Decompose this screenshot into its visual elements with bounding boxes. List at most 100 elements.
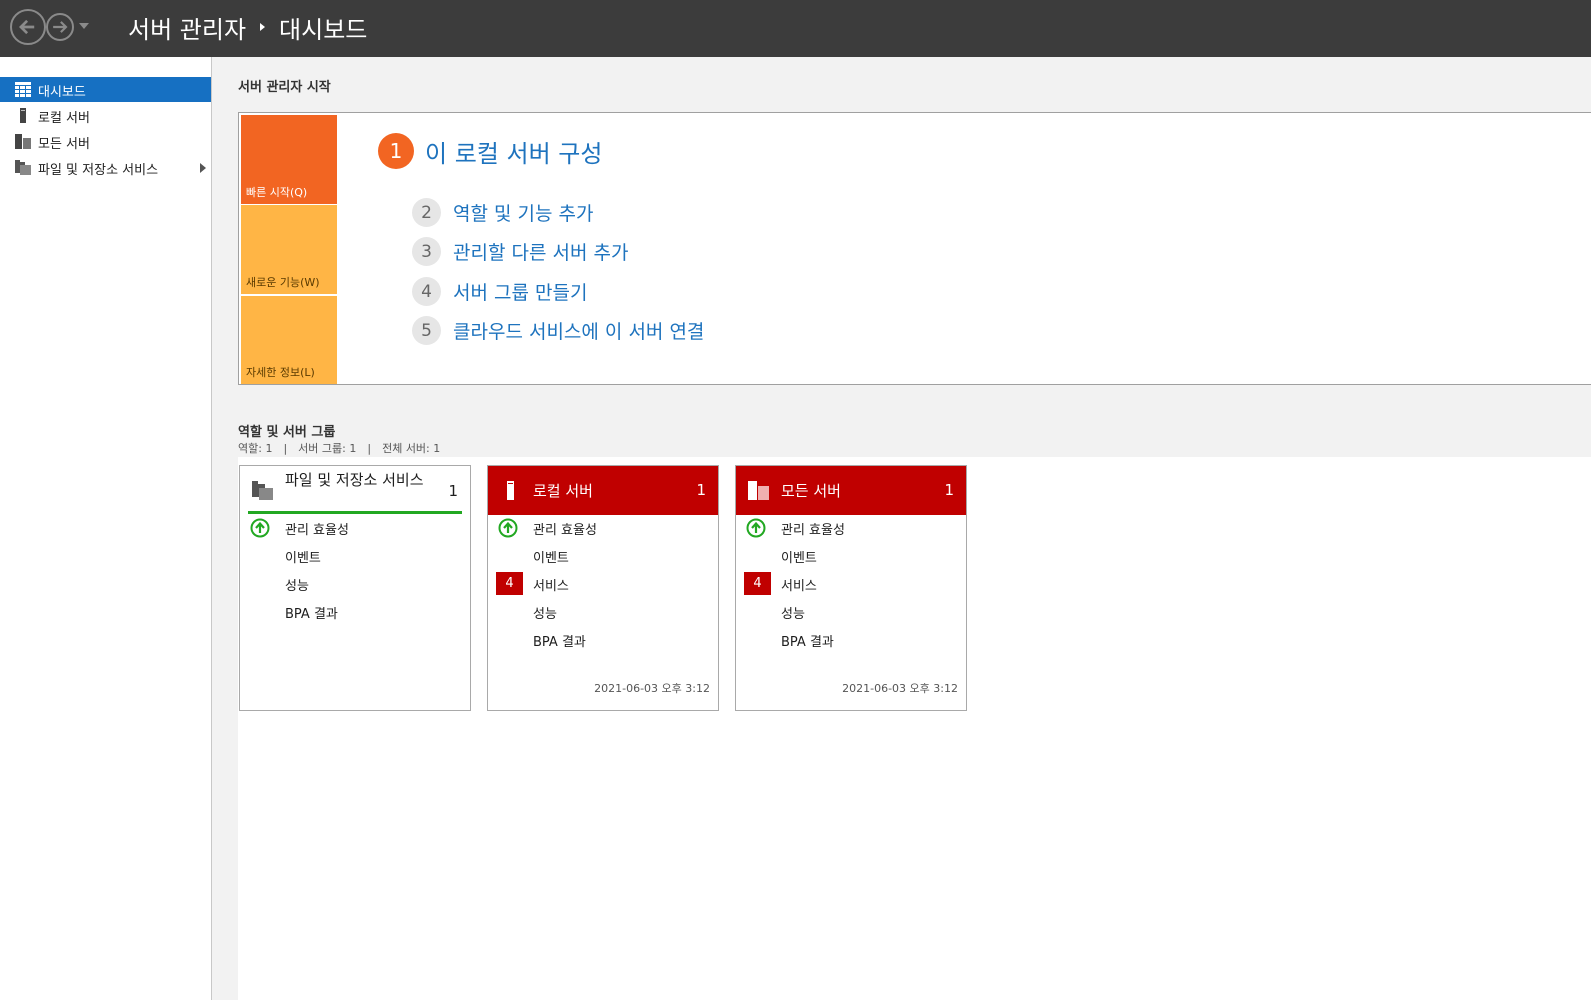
row-label: 이벤트 <box>285 551 321 566</box>
step-number: 5 <box>412 316 441 345</box>
sidebar-item-label: 모든 서버 <box>38 137 90 152</box>
tile-label: 자세한 정보(L) <box>246 366 315 379</box>
step-link[interactable]: 서버 그룹 만들기 <box>453 278 587 305</box>
summary-separator: | <box>283 442 288 455</box>
step-link[interactable]: 관리할 다른 서버 추가 <box>453 238 628 265</box>
dashboard-icon <box>15 82 31 97</box>
back-button[interactable] <box>10 9 46 45</box>
groups-count: 서버 그룹: 1 <box>298 442 357 455</box>
tile-label: 새로운 기능(W) <box>246 276 320 289</box>
card-title: 로컬 서버 <box>533 482 593 500</box>
tile-learn-more[interactable]: 자세한 정보(L) <box>241 296 337 384</box>
row-label: 성능 <box>285 579 309 594</box>
sidebar-item-label: 대시보드 <box>38 85 86 100</box>
alert-count-badge: 4 <box>496 572 523 595</box>
tile-quick-start[interactable]: 빠른 시작(Q) <box>241 115 337 204</box>
card-row-services[interactable]: 4 서비스 <box>736 571 966 597</box>
sidebar-item-label: 파일 및 저장소 서비스 <box>38 163 159 178</box>
sidebar-item-dashboard[interactable]: 대시보드 <box>0 77 211 102</box>
step-add-servers[interactable]: 3 관리할 다른 서버 추가 <box>412 237 628 266</box>
alert-count-badge: 4 <box>744 572 771 595</box>
card-title: 모든 서버 <box>781 482 841 500</box>
quickstart-panel: 빠른 시작(Q) 새로운 기능(W) 자세한 정보(L) 1 이 로컬 서버 구… <box>238 112 1591 385</box>
card-row-performance[interactable]: 성능 <box>488 599 718 625</box>
step-connect-cloud[interactable]: 5 클라우드 서비스에 이 서버 연결 <box>412 316 704 345</box>
sidebar: 대시보드 로컬 서버 모든 서버 파일 및 저장소 서비스 <box>0 57 212 1000</box>
row-label: 서비스 <box>533 579 569 594</box>
row-label: BPA 결과 <box>533 635 586 650</box>
step-number: 2 <box>412 198 441 227</box>
step-add-roles[interactable]: 2 역할 및 기능 추가 <box>412 198 593 227</box>
status-ok-icon <box>746 518 766 538</box>
card-row-manageability[interactable]: 관리 효율성 <box>488 515 718 541</box>
tile-label: 빠른 시작(Q) <box>246 186 308 199</box>
card-count: 1 <box>696 481 706 499</box>
card-header[interactable]: 모든 서버 1 <box>736 466 966 515</box>
row-label: 관리 효율성 <box>533 523 597 538</box>
status-ok-icon <box>498 518 518 538</box>
card-title: 파일 및 저장소 서비스 <box>285 471 424 489</box>
file-storage-icon <box>252 481 273 500</box>
card-row-events[interactable]: 이벤트 <box>488 543 718 569</box>
local-server-icon <box>507 481 514 500</box>
card-row-bpa[interactable]: BPA 결과 <box>736 627 966 653</box>
row-label: 성능 <box>781 607 805 622</box>
history-dropdown-icon[interactable] <box>79 23 89 29</box>
all-servers-icon <box>748 481 769 500</box>
breadcrumb-separator-icon <box>260 23 266 31</box>
arrow-right-icon <box>53 21 68 33</box>
card-header[interactable]: 로컬 서버 1 <box>488 466 718 515</box>
card-row-bpa[interactable]: BPA 결과 <box>488 627 718 653</box>
file-storage-icon <box>15 160 31 175</box>
row-label: 관리 효율성 <box>285 523 349 538</box>
row-label: BPA 결과 <box>781 635 834 650</box>
card-row-manageability[interactable]: 관리 효율성 <box>736 515 966 541</box>
step-number: 4 <box>412 277 441 306</box>
row-label: BPA 결과 <box>285 607 338 622</box>
step-link[interactable]: 클라우드 서비스에 이 서버 연결 <box>453 317 704 344</box>
row-label: 이벤트 <box>781 551 817 566</box>
total-servers-count: 전체 서버: 1 <box>382 442 441 455</box>
local-server-icon <box>20 108 26 123</box>
roles-heading: 역할 및 서버 그룹 <box>238 425 336 440</box>
status-ok-bar <box>248 511 462 514</box>
card-row-bpa[interactable]: BPA 결과 <box>240 599 470 625</box>
last-updated-timestamp: 2021-06-03 오후 3:12 <box>842 682 958 695</box>
card-count: 1 <box>944 481 954 499</box>
card-header[interactable]: 파일 및 저장소 서비스 1 <box>240 466 470 515</box>
row-label: 서비스 <box>781 579 817 594</box>
card-row-performance[interactable]: 성능 <box>240 571 470 597</box>
card-row-events[interactable]: 이벤트 <box>736 543 966 569</box>
step-number: 1 <box>378 133 414 169</box>
sidebar-item-local-server[interactable]: 로컬 서버 <box>0 103 211 128</box>
card-row-performance[interactable]: 성능 <box>736 599 966 625</box>
step-number: 3 <box>412 237 441 266</box>
summary-separator: | <box>367 442 372 455</box>
status-ok-icon <box>250 518 270 538</box>
roles-summary: 역할: 1 | 서버 그룹: 1 | 전체 서버: 1 <box>238 440 440 456</box>
breadcrumb-root[interactable]: 서버 관리자 <box>128 10 246 45</box>
sidebar-item-file-storage[interactable]: 파일 및 저장소 서비스 <box>0 155 211 180</box>
main-content: 서버 관리자 시작 빠른 시작(Q) 새로운 기능(W) 자세한 정보(L) 1… <box>213 57 1591 1000</box>
forward-button[interactable] <box>46 13 74 41</box>
card-file-storage: 파일 및 저장소 서비스 1 관리 효율성 이벤트 성능 BPA 결과 <box>239 465 471 711</box>
sidebar-item-all-servers[interactable]: 모든 서버 <box>0 129 211 154</box>
arrow-left-icon <box>19 19 35 35</box>
card-all-servers: 모든 서버 1 관리 효율성 이벤트 4 서비스 성능 BPA 결과 2021-… <box>735 465 967 711</box>
step-configure-local-server[interactable]: 1 이 로컬 서버 구성 <box>378 133 602 169</box>
title-bar: 서버 관리자 대시보드 <box>0 0 1591 57</box>
step-link[interactable]: 이 로컬 서버 구성 <box>425 134 602 169</box>
tile-whats-new[interactable]: 새로운 기능(W) <box>241 205 337 294</box>
quickstart-heading: 서버 관리자 시작 <box>238 80 331 95</box>
card-row-services[interactable]: 4 서비스 <box>488 571 718 597</box>
card-count: 1 <box>448 482 458 500</box>
card-row-manageability[interactable]: 관리 효율성 <box>240 515 470 541</box>
card-row-events[interactable]: 이벤트 <box>240 543 470 569</box>
breadcrumb-current: 대시보드 <box>279 15 368 44</box>
step-link[interactable]: 역할 및 기능 추가 <box>453 199 593 226</box>
step-create-group[interactable]: 4 서버 그룹 만들기 <box>412 277 587 306</box>
card-local-server: 로컬 서버 1 관리 효율성 이벤트 4 서비스 성능 BPA 결과 2021-… <box>487 465 719 711</box>
expand-arrow-icon[interactable] <box>200 163 206 173</box>
sidebar-item-label: 로컬 서버 <box>38 111 90 126</box>
row-label: 성능 <box>533 607 557 622</box>
